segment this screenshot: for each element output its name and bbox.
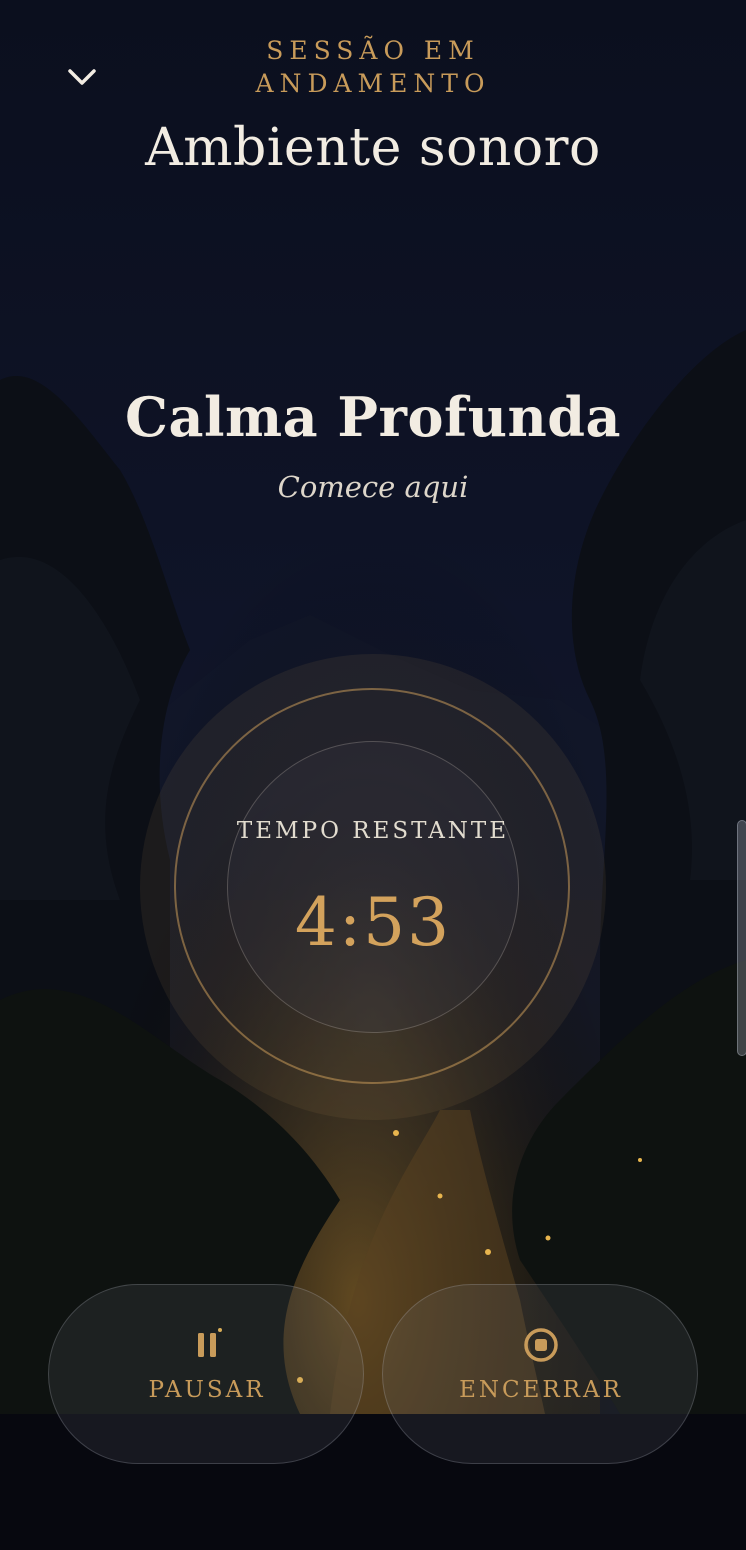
track-title: Calma Profunda <box>125 385 621 449</box>
session-screen: SESSÃO EM ANDAMENTO Ambiente sonoro Calm… <box>0 0 746 1550</box>
track-subtitle: Comece aqui <box>277 470 469 504</box>
timer-dial: TEMPO RESTANTE 4:53 <box>140 654 606 1120</box>
timer-value: 4:53 <box>294 884 452 961</box>
pause-button[interactable]: PAUSAR <box>48 1284 364 1464</box>
chevron-down-icon[interactable] <box>62 60 102 94</box>
timer-label: TEMPO RESTANTE <box>236 818 510 844</box>
end-session-button-label: ENCERRAR <box>459 1377 623 1403</box>
scrollbar[interactable] <box>737 820 746 1056</box>
end-session-button[interactable]: ENCERRAR <box>382 1284 698 1464</box>
page-title: Ambiente sonoro <box>145 118 601 178</box>
stop-circle-icon <box>521 1325 561 1365</box>
pause-button-label: PAUSAR <box>148 1377 266 1403</box>
pause-icon <box>187 1325 227 1365</box>
session-status-label: SESSÃO EM ANDAMENTO <box>255 36 491 98</box>
